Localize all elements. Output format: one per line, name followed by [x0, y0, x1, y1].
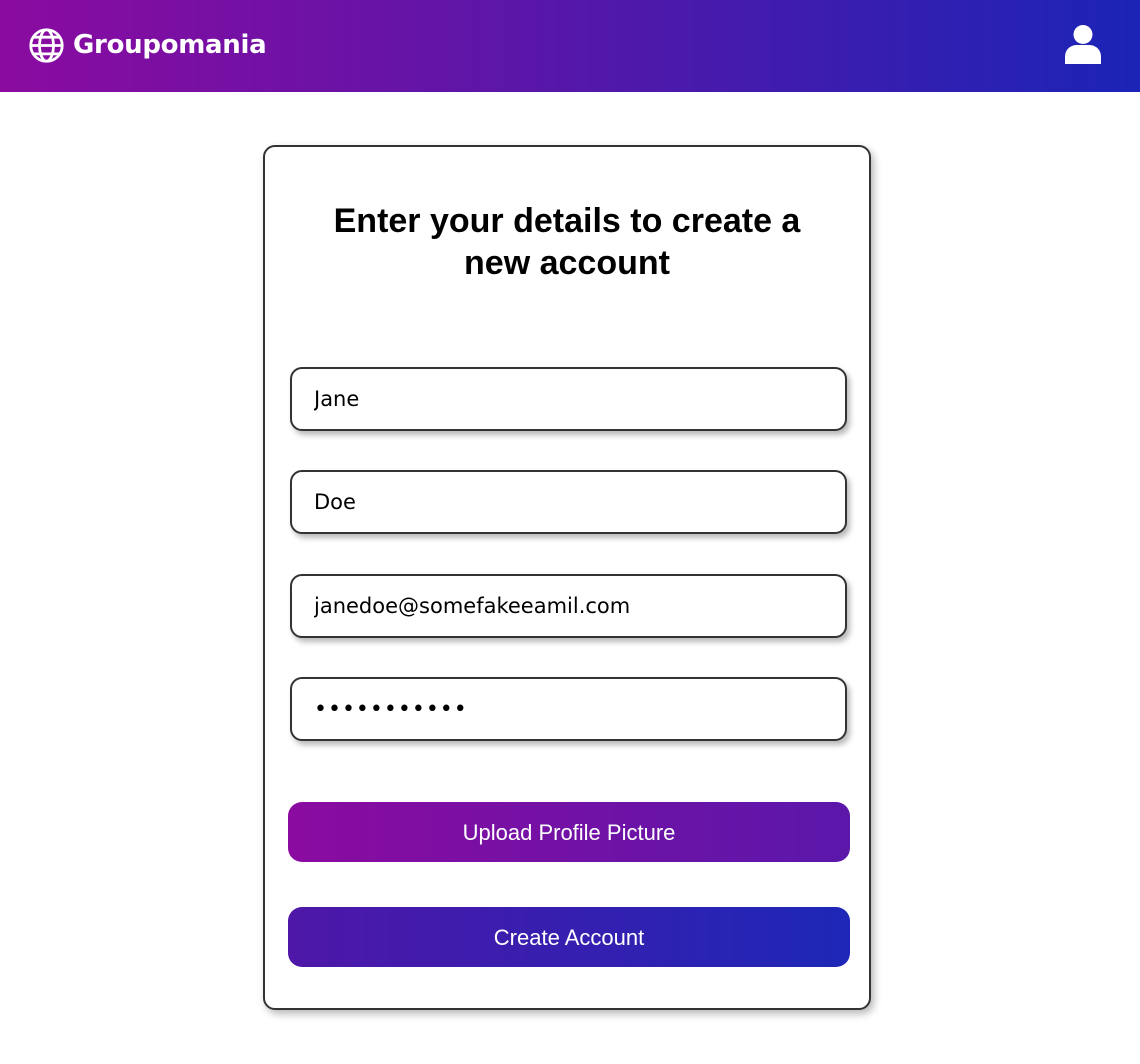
last-name-field[interactable]: [290, 470, 847, 534]
globe-icon: [28, 27, 65, 64]
create-account-button[interactable]: Create Account: [288, 907, 850, 967]
user-icon[interactable]: [1064, 24, 1102, 64]
top-navbar: Groupomania: [0, 0, 1140, 92]
page-title: Enter your details to create a new accou…: [333, 202, 801, 282]
brand-logo[interactable]: Groupomania: [28, 25, 267, 65]
signup-card: Enter your details to create a new accou…: [263, 145, 871, 1010]
upload-profile-picture-button[interactable]: Upload Profile Picture: [288, 802, 850, 862]
email-field[interactable]: [290, 574, 847, 638]
first-name-field[interactable]: [290, 367, 847, 431]
brand-name: Groupomania: [73, 30, 267, 60]
password-field[interactable]: [290, 677, 847, 741]
